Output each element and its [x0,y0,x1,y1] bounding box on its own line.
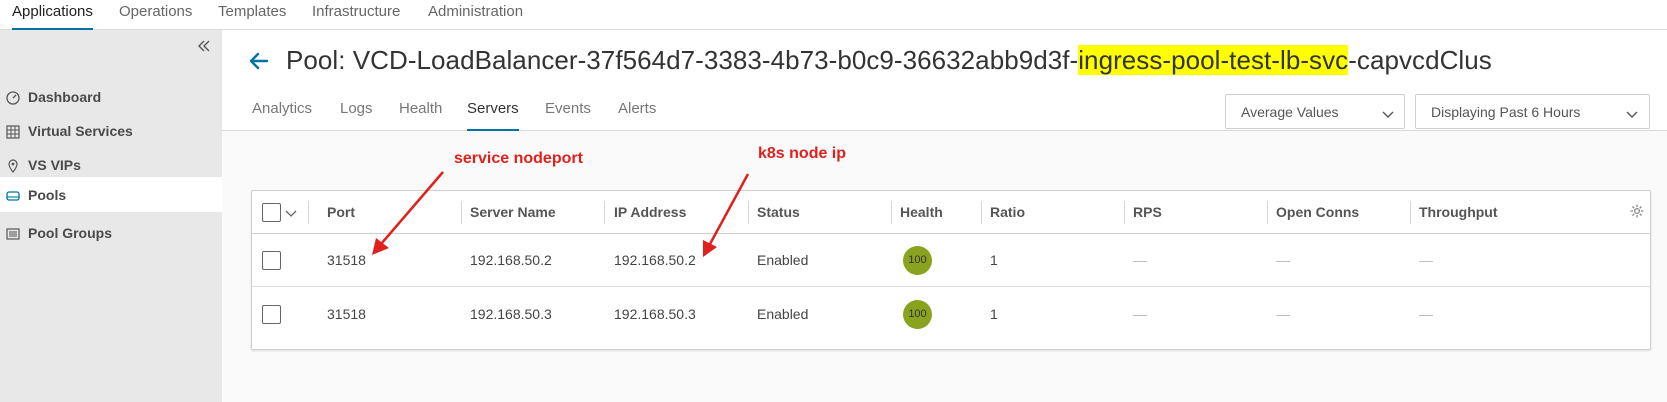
sidebar-item-virtual-services[interactable]: Virtual Services [0,114,222,149]
server-icon [6,189,20,203]
values-dropdown-label: Average Values [1241,104,1339,120]
location-pin-icon [6,159,20,173]
nav-applications[interactable]: Applications [12,2,93,30]
column-separator[interactable] [461,201,462,224]
column-separator[interactable] [1267,201,1268,224]
annotation-k8s-node-ip: k8s node ip [758,145,847,162]
tab-alerts[interactable]: Alerts [618,100,656,131]
sidebar-item-label: Pools [28,187,67,203]
values-dropdown[interactable]: Average Values [1225,94,1405,129]
sidebar-item-label: Pool Groups [28,225,112,241]
chevron-down-icon [1626,107,1638,118]
column-header-status[interactable]: Status [757,203,800,221]
gauge-icon [6,91,20,105]
chevron-down-icon [1382,107,1394,118]
sidebar-item-dashboard[interactable]: Dashboard [0,80,222,115]
gear-icon[interactable] [1629,203,1645,219]
tab-events[interactable]: Events [545,100,591,131]
page-header: Pool: VCD-LoadBalancer-37f564d7-3383-4b7… [222,30,1667,131]
title-highlight: ingress-pool-test-lb-svc [1078,45,1349,75]
cell-ip-address: 192.168.50.2 [614,252,696,268]
top-navigation: Applications Operations Templates Infras… [0,0,1667,30]
tab-servers[interactable]: Servers [467,100,519,131]
tab-logs[interactable]: Logs [340,100,373,131]
column-separator [308,201,309,224]
cell-open-conns: — [1276,306,1290,322]
column-separator[interactable] [981,201,982,224]
cell-port: 31518 [327,252,366,268]
table-row[interactable]: 31518 192.168.50.3 192.168.50.3 Enabled … [252,288,1650,341]
nav-templates[interactable]: Templates [218,2,286,30]
cell-status: Enabled [757,252,809,268]
title-prefix: Pool: VCD-LoadBalancer-37f564d7-3383-4b7… [286,45,1079,75]
column-header-ip-address[interactable]: IP Address [614,203,686,221]
grid-icon [6,125,20,139]
column-header-throughput[interactable]: Throughput [1419,203,1498,221]
nav-operations[interactable]: Operations [119,2,192,30]
health-score-badge[interactable]: 100 [903,246,932,275]
column-header-rps[interactable]: RPS [1133,203,1162,221]
sidebar-item-pools[interactable]: Pools [0,177,222,212]
cell-ratio: 1 [990,306,998,322]
column-separator[interactable] [1410,201,1411,224]
column-separator[interactable] [891,201,892,224]
select-all-checkbox[interactable] [262,203,281,222]
main-content: Pool: VCD-LoadBalancer-37f564d7-3383-4b7… [222,30,1667,402]
cell-server-name[interactable]: 192.168.50.3 [470,305,552,323]
annotation-service-nodeport: service nodeport [454,150,583,167]
nav-infrastructure[interactable]: Infrastructure [312,2,400,30]
sidebar-item-label: Dashboard [28,89,102,105]
nav-administration[interactable]: Administration [428,2,523,30]
column-separator[interactable] [1124,201,1125,224]
time-range-dropdown[interactable]: Displaying Past 6 Hours [1415,94,1650,129]
column-header-health[interactable]: Health [900,203,943,221]
servers-table: Port Server Name IP Address Status Healt… [251,190,1651,350]
row-checkbox[interactable] [262,251,281,270]
chevron-down-icon[interactable] [285,206,297,217]
sidebar: Dashboard Virtual Services VS VIPs Pools… [0,30,222,402]
tab-health[interactable]: Health [399,100,442,131]
column-header-ratio[interactable]: Ratio [990,203,1025,221]
column-header-port[interactable]: Port [327,203,355,221]
table-row[interactable]: 31518 192.168.50.2 192.168.50.2 Enabled … [252,234,1650,287]
sidebar-item-label: Virtual Services [28,123,133,139]
cell-throughput: — [1419,306,1433,322]
cell-rps: — [1133,306,1147,322]
cell-server-name[interactable]: 192.168.50.2 [470,251,552,269]
cell-rps: — [1133,252,1147,268]
column-separator[interactable] [748,201,749,224]
row-checkbox[interactable] [262,305,281,324]
page-title: Pool: VCD-LoadBalancer-37f564d7-3383-4b7… [286,42,1492,78]
column-separator[interactable] [604,201,605,224]
tab-analytics[interactable]: Analytics [252,100,312,131]
title-suffix: -capvcdClus [1348,45,1492,75]
column-header-server-name[interactable]: Server Name [470,203,556,221]
cell-ip-address: 192.168.50.3 [614,306,696,322]
sidebar-item-label: VS VIPs [28,157,81,173]
cell-throughput: — [1419,252,1433,268]
health-score-badge[interactable]: 100 [903,300,932,329]
time-range-dropdown-label: Displaying Past 6 Hours [1431,104,1581,120]
stack-icon [6,227,20,241]
table-header: Port Server Name IP Address Status Healt… [252,191,1650,234]
column-header-open-conns[interactable]: Open Conns [1276,203,1359,221]
cell-ratio: 1 [990,252,998,268]
sidebar-item-pool-groups[interactable]: Pool Groups [0,216,222,251]
double-chevron-left-icon[interactable] [196,38,212,54]
cell-open-conns: — [1276,252,1290,268]
back-arrow-icon[interactable] [248,50,270,72]
cell-port: 31518 [327,306,366,322]
cell-status: Enabled [757,306,809,322]
